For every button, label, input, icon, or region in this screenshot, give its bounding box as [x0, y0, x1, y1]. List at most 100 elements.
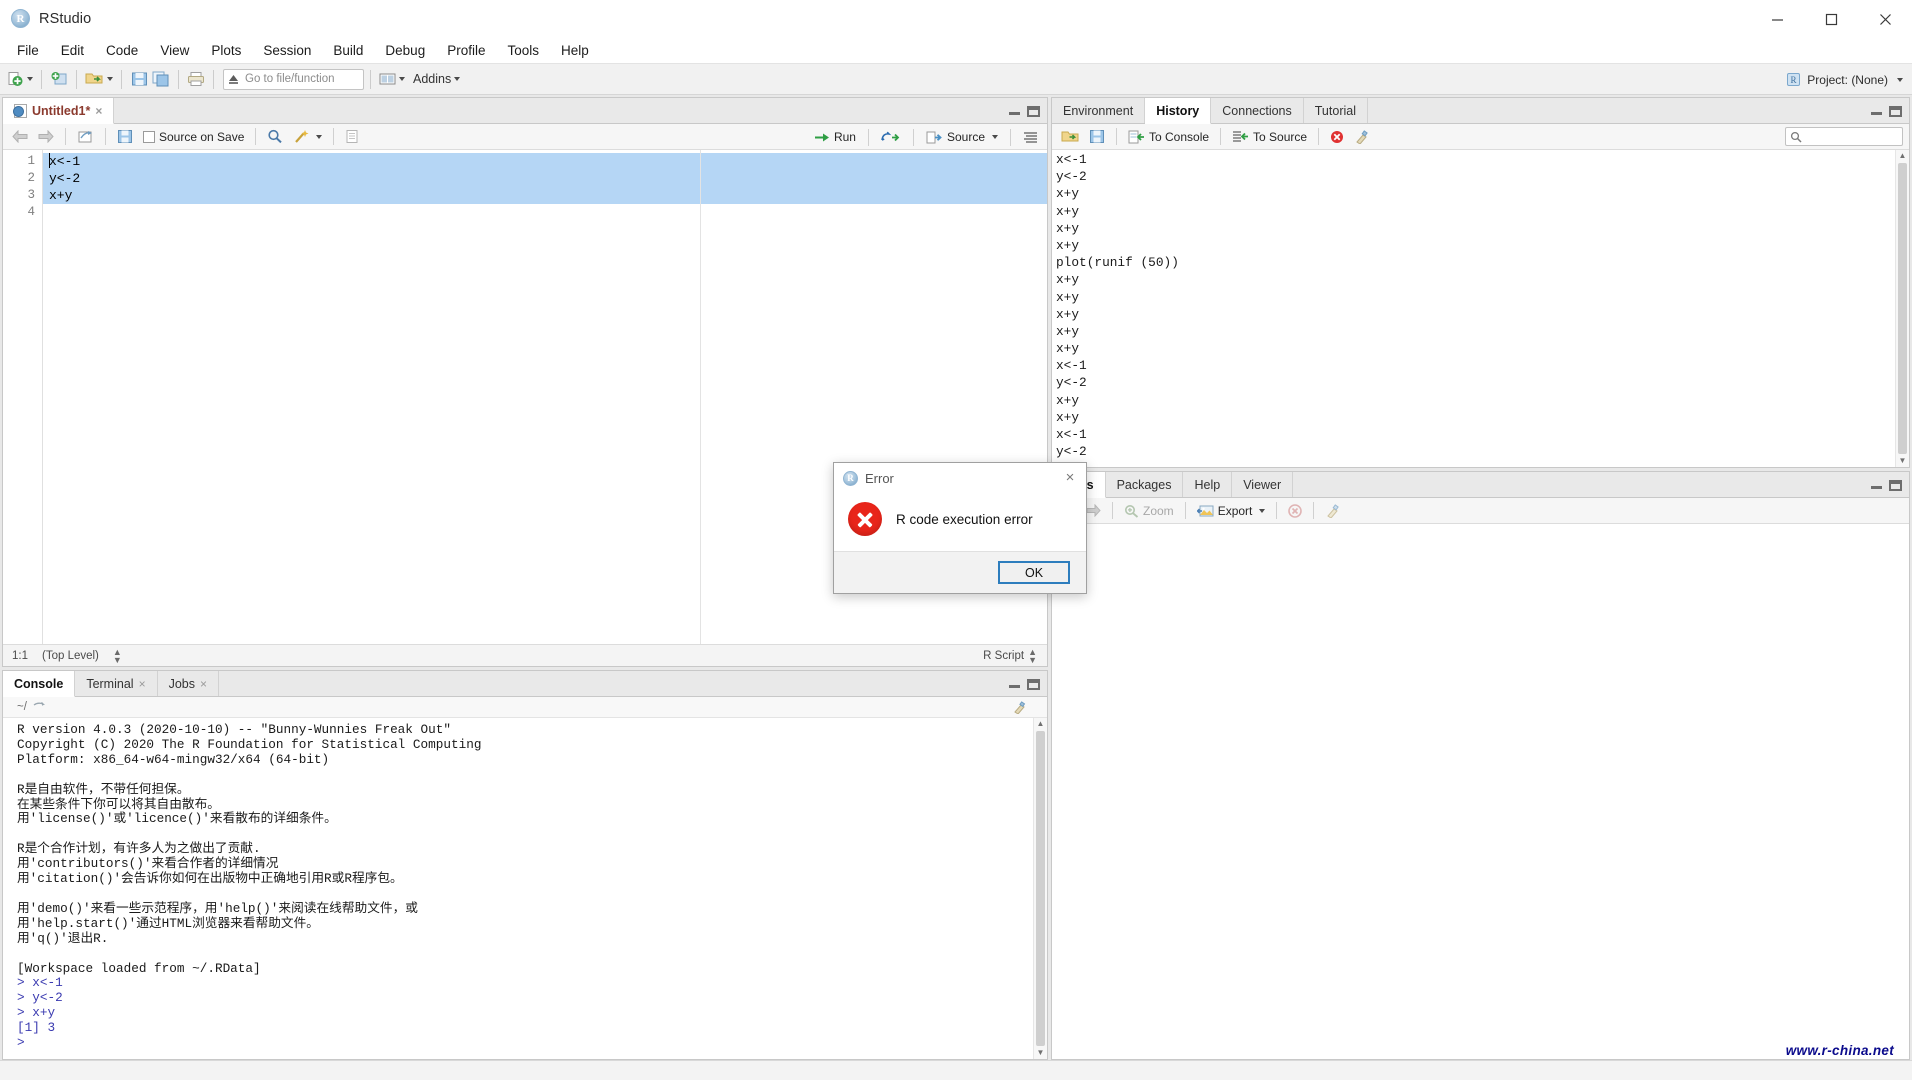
clear-console-icon[interactable] — [1012, 700, 1027, 714]
history-item[interactable]: x+y — [1052, 409, 1895, 426]
scroll-up-icon[interactable]: ▲ — [1899, 151, 1907, 161]
forward-button[interactable] — [34, 126, 58, 147]
tab-history[interactable]: History — [1145, 98, 1212, 124]
console-output-area[interactable]: R version 4.0.3 (2020-10-10) -- "Bunny-W… — [3, 718, 1047, 1059]
history-item[interactable]: x+y — [1052, 340, 1895, 357]
addins-button[interactable]: Addins — [407, 68, 462, 91]
rerun-button[interactable] — [877, 127, 905, 148]
history-search-input[interactable] — [1785, 127, 1903, 146]
history-scrollbar[interactable]: ▲ ▼ — [1895, 150, 1909, 467]
history-item[interactable]: y<-2 — [1052, 443, 1895, 460]
plots-display-area[interactable] — [1052, 524, 1909, 1059]
doctype-stepper-icon[interactable]: ▲ ▼ — [1028, 647, 1037, 664]
code-line[interactable]: x+y — [43, 187, 1047, 204]
history-item[interactable]: x+y — [1052, 323, 1895, 340]
to-console-button[interactable]: To Console — [1124, 126, 1213, 147]
export-plot-button[interactable]: Export — [1193, 500, 1270, 521]
save-document-button[interactable] — [113, 126, 137, 147]
show-in-new-window-button[interactable] — [73, 126, 98, 147]
save-button[interactable] — [128, 68, 150, 91]
history-item[interactable]: x+y — [1052, 306, 1895, 323]
history-item[interactable]: y<-2 — [1052, 168, 1895, 185]
chevron-down-icon[interactable] — [316, 134, 323, 139]
save-all-button[interactable] — [150, 68, 172, 91]
new-project-button[interactable] — [48, 68, 70, 91]
tab-jobs[interactable]: Jobs × — [157, 671, 219, 696]
workspace-panes-button[interactable] — [377, 68, 407, 91]
run-button[interactable]: Run — [810, 127, 860, 148]
code-line[interactable]: x<-1 — [43, 153, 1047, 170]
history-item[interactable]: x<-1 — [1052, 426, 1895, 443]
document-outline-button[interactable] — [1019, 127, 1042, 148]
history-item[interactable]: x<-1 — [1052, 357, 1895, 374]
scroll-down-icon[interactable]: ▼ — [1037, 1048, 1045, 1058]
remove-plot-button[interactable] — [1284, 500, 1306, 521]
menu-tools[interactable]: Tools — [496, 40, 550, 61]
tab-tutorial[interactable]: Tutorial — [1303, 98, 1368, 123]
history-item[interactable]: y<-2 — [1052, 374, 1895, 391]
menu-session[interactable]: Session — [252, 40, 322, 61]
history-item[interactable]: x+y — [1052, 271, 1895, 288]
source-on-save-toggle[interactable]: Source on Save — [139, 126, 248, 147]
remove-history-entry-button[interactable] — [1326, 126, 1348, 147]
tab-terminal[interactable]: Terminal × — [75, 671, 158, 696]
find-replace-button[interactable] — [263, 126, 287, 147]
zoom-plot-button[interactable]: Zoom — [1120, 500, 1178, 521]
save-history-button[interactable] — [1085, 126, 1109, 147]
history-item[interactable]: x+y — [1052, 289, 1895, 306]
console-text[interactable]: R version 4.0.3 (2020-10-10) -- "Bunny-W… — [3, 718, 1033, 1059]
chevron-down-icon[interactable] — [1259, 508, 1266, 513]
code-line[interactable] — [43, 204, 1047, 221]
maximize-pane-icon[interactable] — [1027, 105, 1040, 117]
back-button[interactable] — [8, 126, 32, 147]
error-dialog-ok-button[interactable]: OK — [998, 561, 1070, 584]
code-line[interactable]: y<-2 — [43, 170, 1047, 187]
chevron-down-icon[interactable] — [27, 77, 33, 81]
compile-report-button[interactable] — [341, 126, 363, 147]
tab-connections[interactable]: Connections — [1211, 98, 1304, 123]
minimize-pane-icon[interactable] — [1009, 107, 1020, 116]
chevron-down-icon[interactable] — [1897, 77, 1903, 82]
minimize-button[interactable] — [1750, 0, 1804, 38]
menu-code[interactable]: Code — [95, 40, 149, 61]
scope-selector[interactable]: (Top Level) — [42, 650, 99, 662]
tab-help[interactable]: Help — [1183, 472, 1233, 497]
tab-viewer[interactable]: Viewer — [1232, 472, 1294, 497]
project-selector[interactable]: R Project: (None) — [1786, 64, 1903, 95]
history-item[interactable]: plot(runif (50)) — [1052, 254, 1895, 271]
tab-close-icon[interactable]: × — [200, 678, 207, 690]
history-item[interactable]: x+y — [1052, 220, 1895, 237]
source-tab-untitled1[interactable]: Untitled1* × — [3, 98, 115, 124]
code-tools-button[interactable] — [289, 126, 326, 147]
close-button[interactable] — [1858, 0, 1912, 38]
menu-profile[interactable]: Profile — [436, 40, 496, 61]
scroll-up-icon[interactable]: ▲ — [1037, 719, 1045, 729]
clear-plots-button[interactable] — [1321, 500, 1345, 521]
scope-stepper-icon[interactable]: ▲ ▼ — [113, 647, 122, 664]
tab-console[interactable]: Console — [3, 671, 76, 697]
menu-help[interactable]: Help — [550, 40, 600, 61]
chevron-down-icon[interactable] — [399, 77, 405, 81]
source-on-save-checkbox[interactable] — [143, 130, 155, 143]
history-item[interactable]: x+y — [1052, 185, 1895, 202]
maximize-button[interactable] — [1804, 0, 1858, 38]
history-item[interactable]: x+y — [1052, 392, 1895, 409]
menu-view[interactable]: View — [149, 40, 200, 61]
source-tab-close-icon[interactable]: × — [95, 105, 102, 117]
open-file-button[interactable] — [83, 68, 115, 91]
maximize-pane-icon[interactable] — [1889, 479, 1902, 491]
new-file-button[interactable] — [6, 68, 35, 91]
menu-debug[interactable]: Debug — [374, 40, 436, 61]
menu-plots[interactable]: Plots — [200, 40, 252, 61]
chevron-down-icon[interactable] — [992, 135, 998, 139]
menu-file[interactable]: File — [6, 40, 50, 61]
history-item[interactable]: x+y — [1052, 203, 1895, 220]
menu-build[interactable]: Build — [322, 40, 374, 61]
history-item[interactable]: x<-1 — [1052, 151, 1895, 168]
maximize-pane-icon[interactable] — [1889, 105, 1902, 117]
to-source-button[interactable]: To Source — [1228, 126, 1311, 147]
history-list[interactable]: x<-1 y<-2 x+y x+y x+y x+y plot(runif (50)) x+y x… — [1052, 150, 1895, 467]
scroll-down-icon[interactable]: ▼ — [1899, 456, 1907, 466]
minimize-pane-icon[interactable] — [1871, 481, 1882, 490]
menu-edit[interactable]: Edit — [50, 40, 95, 61]
